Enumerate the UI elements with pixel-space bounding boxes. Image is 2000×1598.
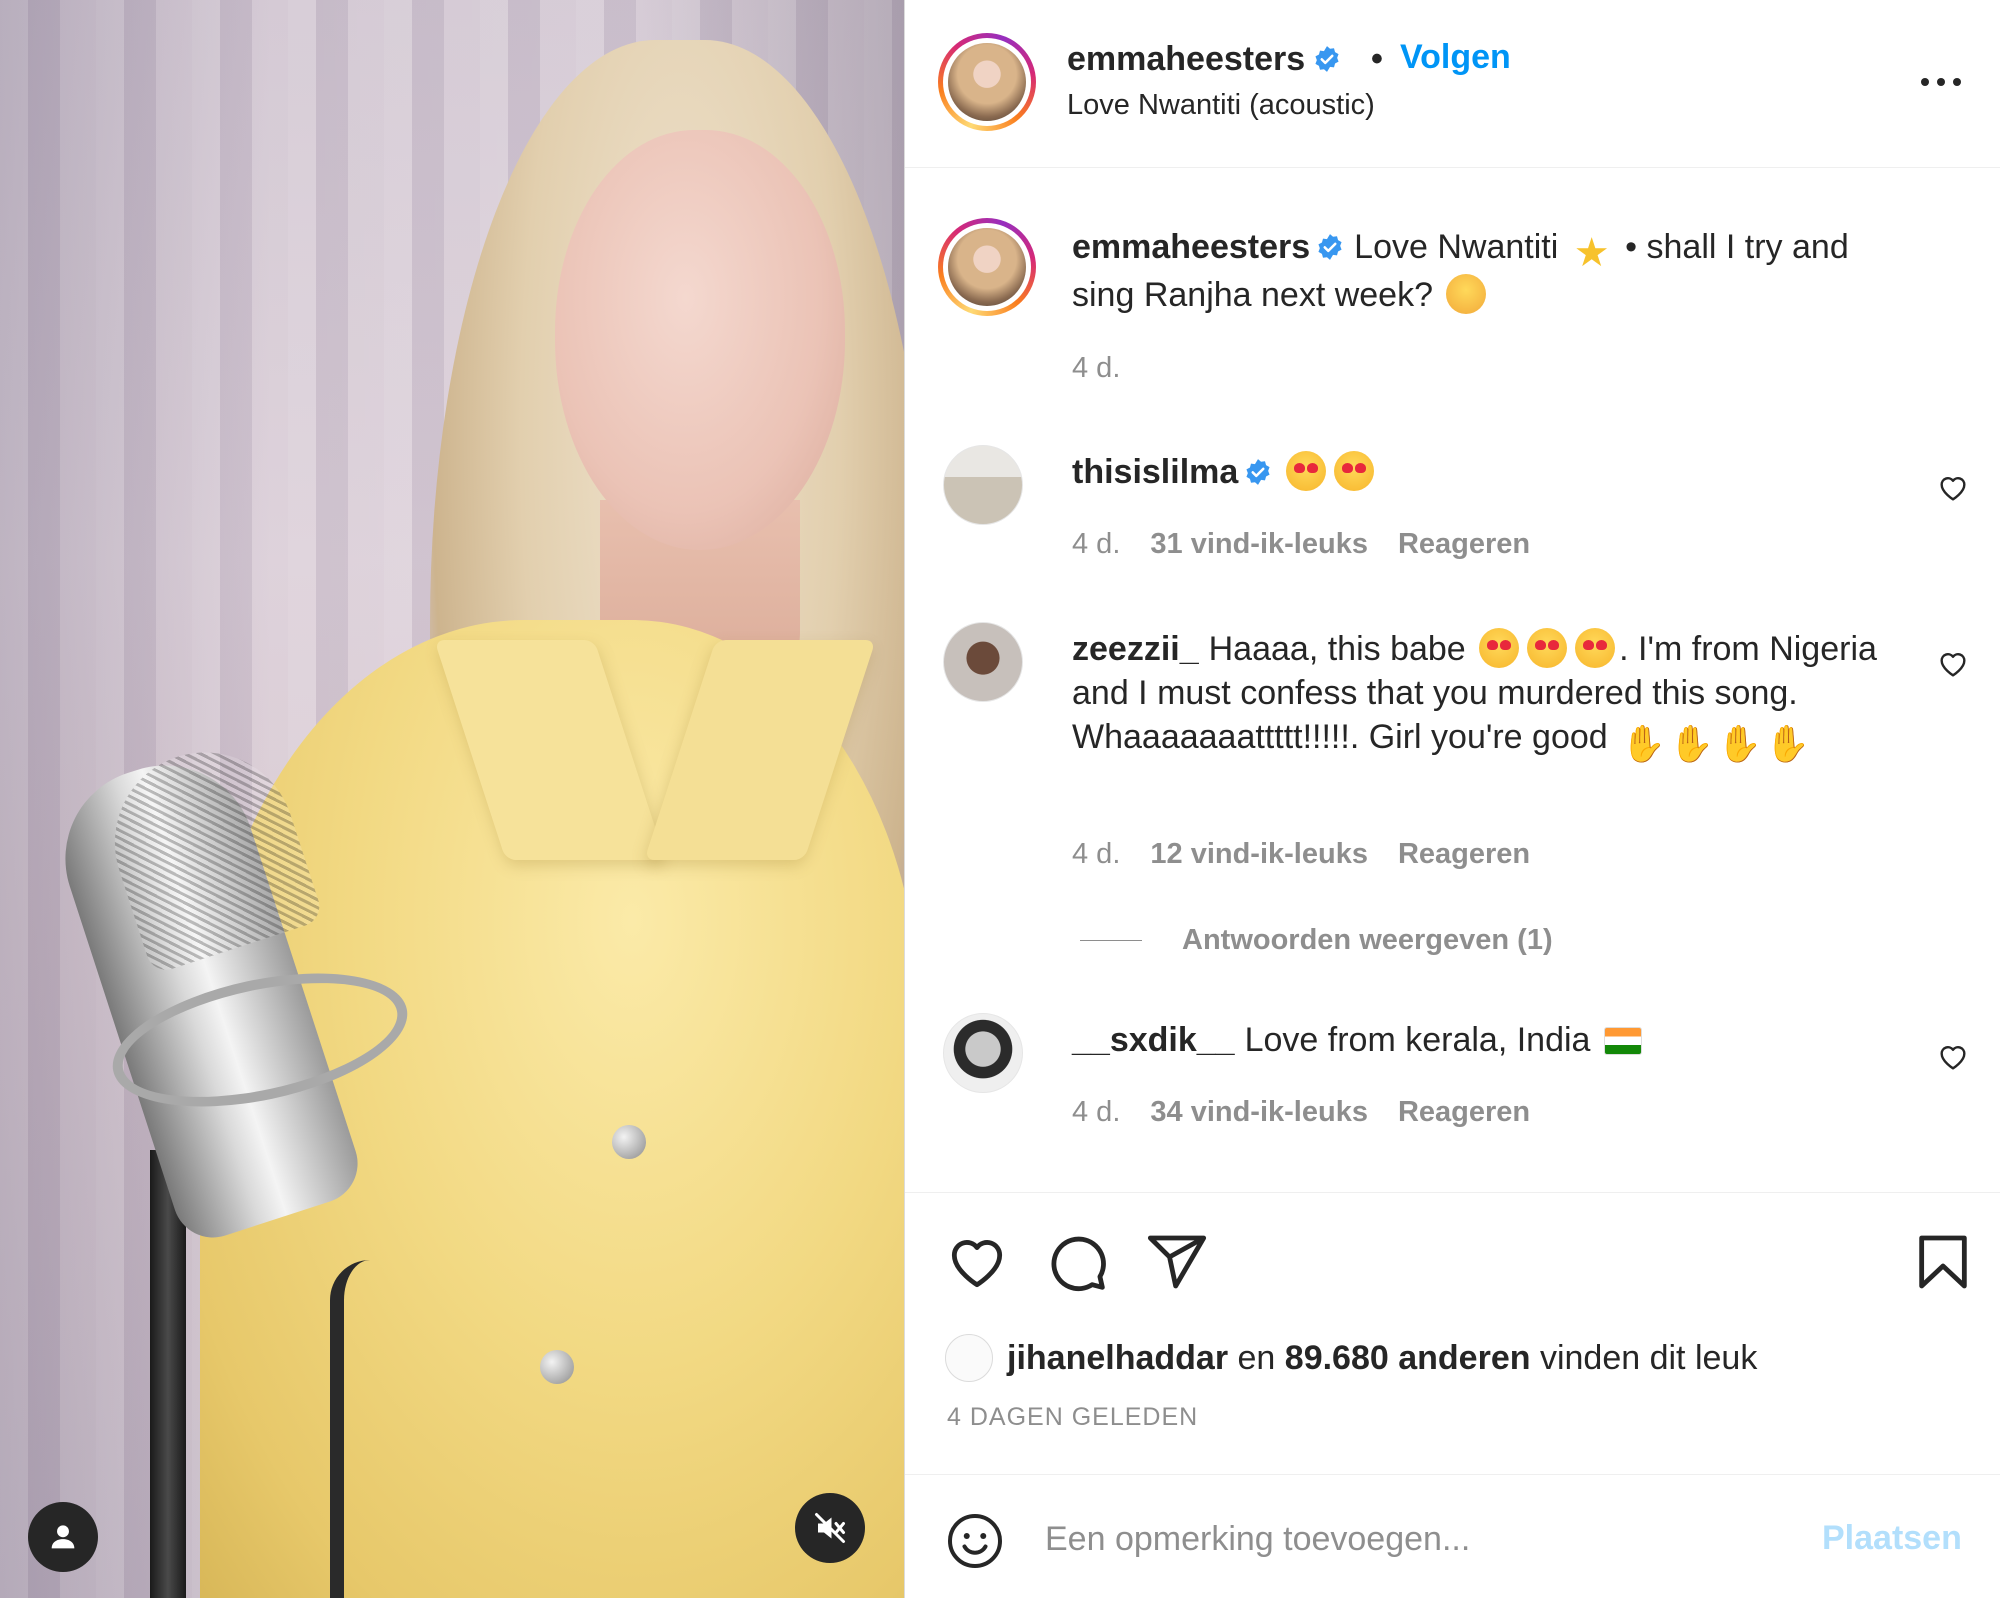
comment-text: Haaaa, this babe	[1208, 630, 1466, 668]
comment-meta: 4 d. 34 vind-ik-leuks Reageren	[1072, 1096, 1560, 1129]
comment-like-heart-icon[interactable]	[1937, 1041, 1969, 1073]
commenter-avatar[interactable]	[943, 445, 1023, 525]
clapping-hands-emoji: ✋	[1765, 723, 1810, 764]
commenter-username[interactable]: thisislilma	[1072, 453, 1238, 491]
heart-eyes-emoji	[1575, 628, 1616, 668]
shirt-button	[612, 1125, 646, 1159]
commenter-username[interactable]: __sxdik__	[1072, 1021, 1235, 1059]
user-icon	[51, 1525, 75, 1549]
comment-like-heart-icon[interactable]	[1937, 472, 1969, 504]
india-flag-emoji	[1603, 1027, 1642, 1055]
reply-button[interactable]: Reageren	[1398, 1096, 1530, 1128]
comment-meta: 4 d. 12 vind-ik-leuks Reageren	[1072, 838, 1560, 871]
likes-summary: jihanelhaddar en 89.680 anderen vinden d…	[945, 1334, 1757, 1382]
commenter-avatar[interactable]	[943, 1013, 1023, 1093]
post-side-panel: emmaheesters • Volgen Love Nwantiti (aco…	[905, 0, 2000, 1598]
speaker-muted-icon	[815, 1513, 845, 1543]
share-paper-plane-icon[interactable]	[1145, 1230, 1209, 1294]
hugging-face-emoji	[1446, 274, 1487, 314]
liker-avatar[interactable]	[945, 1334, 993, 1382]
mic-cable	[330, 1260, 370, 1598]
audio-link[interactable]: Love Nwantiti (acoustic)	[1067, 89, 1375, 122]
likes-suffix: vinden dit leuk	[1539, 1338, 1758, 1377]
heart-eyes-emoji	[1334, 451, 1375, 491]
caption-author-avatar[interactable]	[938, 218, 1036, 316]
reply-button[interactable]: Reageren	[1398, 838, 1530, 870]
emoji-smiley-icon[interactable]	[945, 1511, 1005, 1571]
comment-body: zeezzii_ Haaaa, this babe . I'm from Nige…	[1072, 627, 1902, 764]
liker-username[interactable]: jihanelhaddar	[1007, 1339, 1228, 1378]
like-heart-icon[interactable]	[945, 1230, 1009, 1294]
verified-badge-icon	[1318, 234, 1342, 260]
post-comment-button[interactable]: Plaatsen	[1822, 1519, 1962, 1558]
caption-timestamp[interactable]: 4 d.	[1072, 352, 1120, 385]
heart-eyes-emoji	[1286, 451, 1327, 491]
video-subject-face	[555, 130, 845, 550]
actions-divider	[905, 1192, 2000, 1193]
commenter-username[interactable]: zeezzii_	[1072, 630, 1199, 668]
view-replies-label: Antwoorden weergeven (1)	[1182, 924, 1553, 956]
reply-button[interactable]: Reageren	[1398, 528, 1530, 560]
comment-meta: 4 d. 31 vind-ik-leuks Reageren	[1072, 528, 1560, 561]
caption-text: Love Nwantiti	[1354, 228, 1559, 266]
verified-badge-icon	[1315, 46, 1339, 72]
likes-count[interactable]: 89.680 anderen	[1285, 1339, 1531, 1378]
verified-badge-icon	[1246, 459, 1270, 485]
comment-body: thisislilma	[1072, 450, 1902, 494]
more-options-button[interactable]	[1911, 64, 1971, 100]
replies-divider	[1080, 940, 1142, 941]
comment-likes[interactable]: 31 vind-ik-leuks	[1150, 528, 1368, 560]
author-username[interactable]: emmaheesters	[1067, 40, 1341, 79]
post-header: emmaheesters • Volgen Love Nwantiti (aco…	[905, 0, 2000, 168]
clapping-hands-emoji: ✋	[1621, 723, 1666, 764]
bookmark-icon[interactable]	[1911, 1230, 1975, 1294]
shirt-button	[540, 1350, 574, 1384]
author-avatar[interactable]	[938, 33, 1036, 131]
heart-eyes-emoji	[1479, 628, 1520, 668]
comment-likes[interactable]: 12 vind-ik-leuks	[1150, 838, 1368, 870]
likes-conjunction: en	[1237, 1338, 1276, 1377]
comment-timestamp[interactable]: 4 d.	[1072, 528, 1120, 560]
comment-body: __sxdik__ Love from kerala, India	[1072, 1018, 1902, 1062]
clapping-hands-emoji: ✋	[1717, 723, 1762, 764]
comment-text: Love from kerala, India	[1244, 1021, 1591, 1059]
comment-like-heart-icon[interactable]	[1937, 648, 1969, 680]
more-horizontal-icon	[1921, 78, 1929, 86]
add-comment-form: Plaatsen	[905, 1474, 2000, 1598]
comment-timestamp[interactable]: 4 d.	[1072, 838, 1120, 870]
caption-username[interactable]: emmaheesters	[1072, 228, 1310, 266]
follow-button[interactable]: Volgen	[1400, 38, 1511, 77]
comment-input[interactable]	[1045, 1509, 1805, 1569]
clapping-hands-emoji: ✋	[1669, 723, 1714, 764]
commenter-avatar[interactable]	[943, 622, 1023, 702]
comment-likes[interactable]: 34 vind-ik-leuks	[1150, 1096, 1368, 1128]
comment-bubble-icon[interactable]	[1045, 1230, 1109, 1294]
post-caption: emmaheesters Love Nwantiti ★ • shall I tr…	[1072, 225, 1902, 317]
header-separator: •	[1371, 40, 1383, 78]
post-video[interactable]	[0, 0, 904, 1598]
comment-timestamp[interactable]: 4 d.	[1072, 1096, 1120, 1128]
star-emoji: ★	[1573, 231, 1610, 275]
tagged-users-button[interactable]	[28, 1502, 98, 1572]
view-replies-button[interactable]: Antwoorden weergeven (1)	[1080, 924, 1553, 957]
mute-toggle-button[interactable]	[795, 1493, 865, 1563]
post-date[interactable]: 4 dagen geleden	[947, 1403, 1198, 1432]
heart-eyes-emoji	[1527, 628, 1568, 668]
